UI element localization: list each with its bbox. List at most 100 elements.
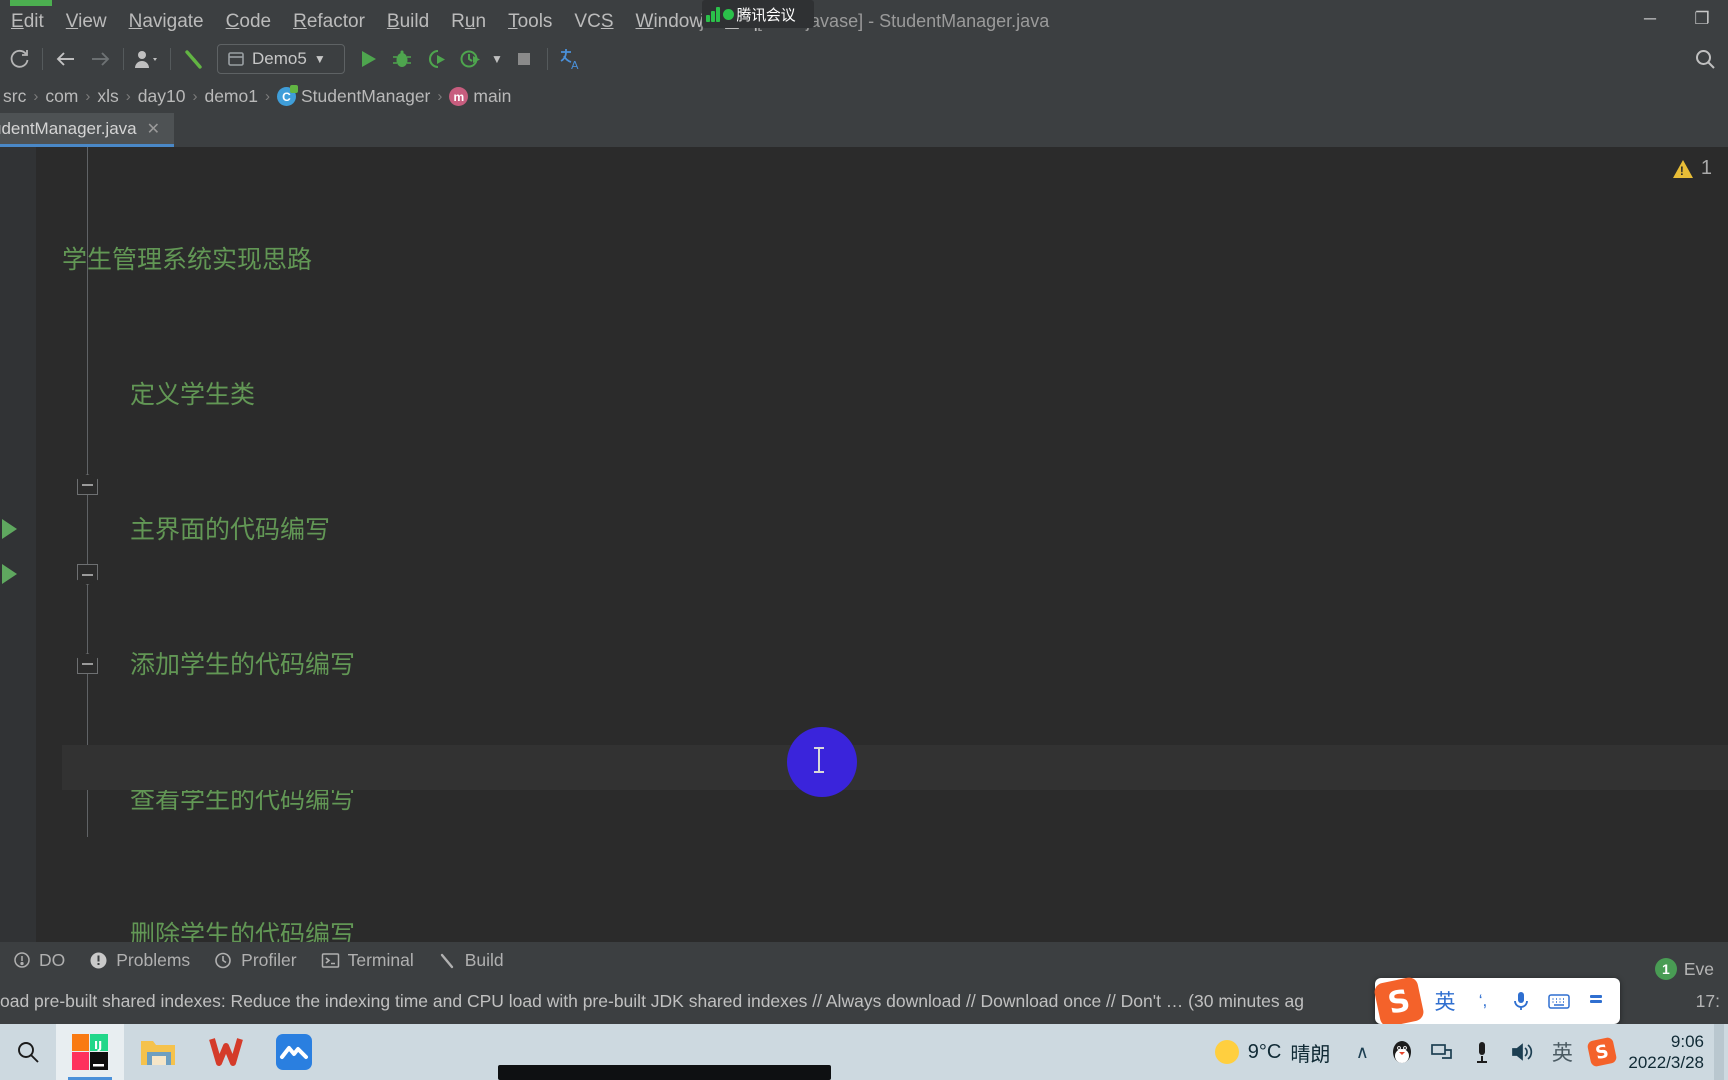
- run-configuration-selector[interactable]: Demo5 ▼: [217, 44, 345, 74]
- tencent-meeting-overlay[interactable]: 腾讯会议: [702, 0, 814, 28]
- tool-window-problems[interactable]: Problems: [77, 946, 202, 975]
- breadcrumb-item-day10[interactable]: day10: [135, 86, 189, 107]
- editor-gutter[interactable]: [0, 147, 36, 942]
- status-bar-right: 17:: [1696, 978, 1720, 1024]
- menu-item-code[interactable]: Code: [215, 7, 282, 37]
- menu-item-vcs[interactable]: VCS: [563, 7, 624, 37]
- tool-window-terminal[interactable]: Terminal: [309, 946, 426, 975]
- video-control-strip: [498, 1065, 831, 1080]
- run-class-gutter-icon[interactable]: [2, 519, 17, 539]
- event-log-label: Eve: [1683, 958, 1714, 979]
- editor-tab-label: udentManager.java: [0, 118, 137, 138]
- microphone-icon[interactable]: [1503, 981, 1539, 1021]
- taskbar-app-file-explorer[interactable]: [124, 1024, 192, 1080]
- caret-position[interactable]: 17:: [1696, 991, 1720, 1012]
- tool-window-do[interactable]: DO: [0, 946, 77, 975]
- code-line-comment-1: 定义学生类: [62, 372, 1662, 417]
- ime-lang-icon[interactable]: 英: [1542, 1024, 1582, 1080]
- toolbar-divider: [123, 48, 124, 70]
- menu-item-edit[interactable]: Edit: [0, 7, 55, 37]
- method-icon: m: [449, 87, 469, 106]
- taskbar-search-icon[interactable]: [0, 1024, 56, 1080]
- taskbar-clock[interactable]: 9:06 2022/3/28: [1622, 1031, 1714, 1073]
- sogou-ime-bar[interactable]: S 英 ‘,: [1372, 975, 1620, 1024]
- mouse-click-highlight: [787, 727, 857, 797]
- breadcrumb-item-src[interactable]: src: [0, 86, 29, 107]
- menu-item-run[interactable]: Run: [440, 7, 497, 37]
- comment-text: 学生管理系统实现思路: [62, 245, 313, 274]
- ime-menu-icon[interactable]: [1579, 981, 1615, 1021]
- warning-triangle-icon: [1672, 159, 1693, 178]
- profiler-run-icon[interactable]: [453, 42, 487, 76]
- user-profile-icon[interactable]: [130, 42, 164, 76]
- sogou-icon[interactable]: S: [1582, 1024, 1622, 1080]
- ime-language-toggle[interactable]: 英: [1427, 981, 1463, 1021]
- toolbar-divider: [547, 48, 548, 70]
- breadcrumb-label: xls: [97, 86, 119, 106]
- taskbar-app-tencent-meeting[interactable]: [260, 1024, 328, 1080]
- taskbar-weather-widget[interactable]: 9°C 晴朗: [1203, 1038, 1343, 1067]
- maximize-button[interactable]: ❐: [1676, 0, 1728, 38]
- breadcrumb-item-main[interactable]: m main: [446, 86, 514, 107]
- tool-window-label: DO: [39, 949, 66, 970]
- recording-dot-icon: [722, 8, 734, 20]
- breadcrumb-item-demo1[interactable]: demo1: [201, 86, 261, 107]
- run-play-icon[interactable]: [351, 42, 385, 76]
- keyboard-icon[interactable]: [1541, 981, 1577, 1021]
- run-method-gutter-icon[interactable]: [2, 564, 17, 584]
- code-content[interactable]: 学生管理系统实现思路 定义学生类 主界面的代码编写 添加学生的代码编写 查看学生…: [62, 147, 1662, 942]
- breadcrumb-item-studentmanager[interactable]: C StudentManager: [274, 85, 433, 107]
- close-icon[interactable]: ✕: [147, 119, 160, 139]
- problems-icon: [89, 951, 108, 970]
- menu-item-navigate[interactable]: Navigate: [118, 7, 215, 37]
- run-dropdown-icon[interactable]: ▼: [487, 42, 507, 76]
- back-arrow-icon[interactable]: [49, 42, 83, 76]
- comment-text: 删除学生的代码编写: [130, 920, 356, 942]
- translate-icon[interactable]: A: [554, 42, 588, 76]
- tool-window-label: Problems: [116, 949, 191, 970]
- stop-square-icon[interactable]: [507, 42, 541, 76]
- breadcrumb-item-com[interactable]: com: [42, 86, 81, 107]
- sogou-logo-icon[interactable]: S: [1371, 975, 1427, 1024]
- sync-icon[interactable]: [2, 42, 36, 76]
- editor-tab-studentmanager[interactable]: udentManager.java ✕: [0, 113, 175, 147]
- breadcrumb-separator: ›: [264, 88, 270, 105]
- show-desktop-button[interactable]: [1714, 1024, 1724, 1080]
- ime-punctuation-toggle[interactable]: ‘,: [1465, 981, 1501, 1021]
- qq-icon[interactable]: [1382, 1024, 1422, 1080]
- menu-item-view[interactable]: View: [55, 7, 118, 37]
- minimize-button[interactable]: ─: [1624, 0, 1676, 38]
- search-icon[interactable]: [1688, 42, 1722, 76]
- menu-bar: Edit View Navigate Code Refactor Build Run Tool…: [0, 6, 775, 38]
- volume-icon[interactable]: [1502, 1024, 1542, 1080]
- toolbar-divider: [42, 48, 43, 70]
- breadcrumb-item-xls[interactable]: xls: [94, 86, 121, 107]
- menu-item-tools[interactable]: Tools: [497, 7, 563, 37]
- tool-window-build[interactable]: Build: [426, 946, 516, 975]
- notification-message[interactable]: oad pre-built shared indexes: Reduce the…: [0, 991, 1304, 1012]
- event-log-badge[interactable]: 1 Eve: [1654, 958, 1714, 980]
- code-editor[interactable]: 学生管理系统实现思路 定义学生类 主界面的代码编写 添加学生的代码编写 查看学生…: [0, 147, 1728, 942]
- title-bar: Edit View Navigate Code Refactor Build Run Tool…: [0, 0, 1728, 38]
- clock-date: 2022/3/28: [1628, 1053, 1704, 1072]
- hammer-build-icon[interactable]: [177, 42, 211, 76]
- menu-item-build[interactable]: Build: [376, 7, 440, 37]
- run-with-coverage-icon[interactable]: [419, 42, 453, 76]
- microphone-icon[interactable]: [1462, 1024, 1502, 1080]
- debug-bug-icon[interactable]: [385, 42, 419, 76]
- menu-item-refactor[interactable]: Refactor: [282, 7, 376, 37]
- tool-window-profiler[interactable]: Profiler: [202, 946, 308, 975]
- taskbar-app-intellij-idea[interactable]: IJ: [56, 1024, 124, 1080]
- event-count-badge: 1: [1654, 958, 1677, 980]
- breadcrumb: src › com › xls › day10 › demo1 › C StudentManager ›…: [0, 80, 1728, 113]
- window-controls: ─ ❐: [1624, 0, 1728, 38]
- tencent-meeting-label: 腾讯会议: [736, 6, 796, 24]
- taskbar-app-wps-office[interactable]: [192, 1024, 260, 1080]
- tool-window-label: Profiler: [241, 949, 297, 970]
- tray-expand-chevron-icon[interactable]: ∧: [1342, 1024, 1382, 1080]
- network-icon[interactable]: [1422, 1024, 1462, 1080]
- code-line-comment-0: 学生管理系统实现思路: [62, 237, 1662, 282]
- forward-arrow-icon[interactable]: [83, 42, 117, 76]
- breadcrumb-separator: ›: [85, 88, 91, 105]
- inspection-warning-indicator[interactable]: 1: [1672, 157, 1712, 180]
